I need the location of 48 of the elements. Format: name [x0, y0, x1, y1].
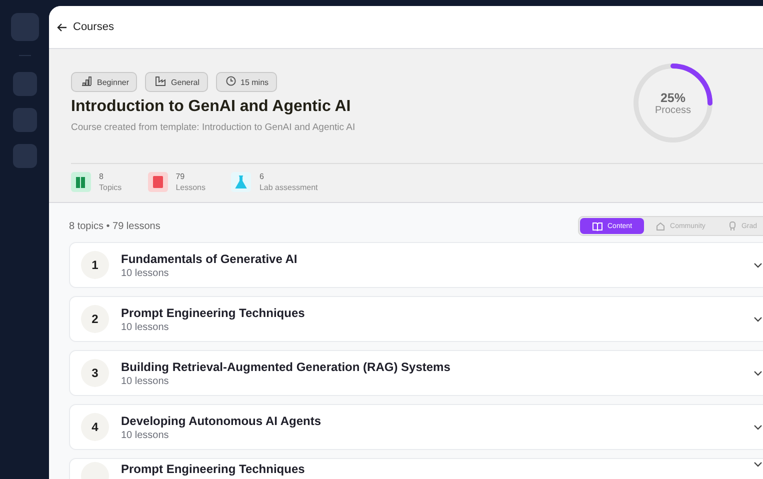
stat-value: 8 — [99, 172, 104, 181]
stat-value: 79 — [176, 172, 186, 181]
chevron-down-icon[interactable] — [754, 462, 762, 467]
books-icon — [71, 172, 91, 192]
topic-number: 4 — [81, 413, 109, 441]
topic-title: Prompt Engineering Techniques — [121, 306, 306, 320]
course-title: Introduction to GenAI and Agentic AI — [71, 98, 352, 116]
lesson-count: 10 lessons — [121, 430, 170, 440]
topic-number: 3 — [81, 359, 109, 387]
chevron-down-icon[interactable] — [754, 316, 762, 322]
topic-card[interactable]: 3 Building Retrieval-Augmented Generation (RAG) Systems 10 lessons — [69, 350, 763, 396]
topic-title: Fundamentals of Generative AI — [121, 252, 298, 266]
factory-icon — [155, 76, 166, 88]
tag-label: General — [171, 78, 200, 86]
topic-card[interactable]: 1 Fundamentals of Generative AI 10 lessons — [69, 242, 763, 288]
topic-title: Building Retrieval-Augmented Generation (RAG) Systems — [121, 360, 452, 374]
tag-label: 15 mins — [240, 78, 269, 86]
topic-number: 1 — [81, 251, 109, 279]
stat-value: 6 — [259, 172, 265, 181]
lesson-count: 10 lessons — [121, 322, 170, 332]
topic-title: Prompt Engineering Techniques — [121, 462, 306, 476]
stat-label: Topics — [99, 183, 122, 192]
chevron-down-icon[interactable] — [754, 262, 762, 268]
arrow-left-icon — [57, 22, 67, 32]
book-icon — [148, 172, 168, 192]
flask-icon — [231, 172, 252, 192]
chevron-down-icon[interactable] — [754, 424, 762, 430]
topic-summary: 8 topics • 79 lessons — [69, 220, 160, 232]
chevron-down-icon[interactable] — [754, 370, 762, 376]
progress-label: Process — [654, 104, 692, 116]
badge-icon — [729, 221, 736, 231]
topic-number: 2 — [81, 305, 109, 333]
stat-label: Lab assessment — [259, 183, 318, 192]
topic-card[interactable]: Prompt Engineering Techniques — [69, 458, 763, 479]
clock-icon — [226, 76, 236, 88]
topic-card[interactable]: 2 Prompt Engineering Techniques 10 lessons — [69, 296, 763, 342]
open-book-icon — [592, 222, 602, 230]
stat-label: Lessons — [176, 183, 206, 192]
bar-chart-icon — [81, 76, 92, 88]
back-button[interactable]: Courses — [57, 21, 114, 33]
lesson-count: 10 lessons — [121, 268, 170, 278]
course-subtitle: Course created from template: Introduction to GenAI and Agentic AI — [71, 122, 356, 133]
topic-title: Developing Autonomous AI Agents — [121, 414, 322, 428]
topic-card[interactable]: 4 Developing Autonomous AI Agents 10 lessons — [69, 404, 763, 450]
tag-label: Beginner — [97, 78, 130, 86]
progress-percent: 25% — [660, 90, 686, 104]
house-icon — [656, 222, 666, 230]
lesson-count: 10 lessons — [121, 376, 170, 386]
